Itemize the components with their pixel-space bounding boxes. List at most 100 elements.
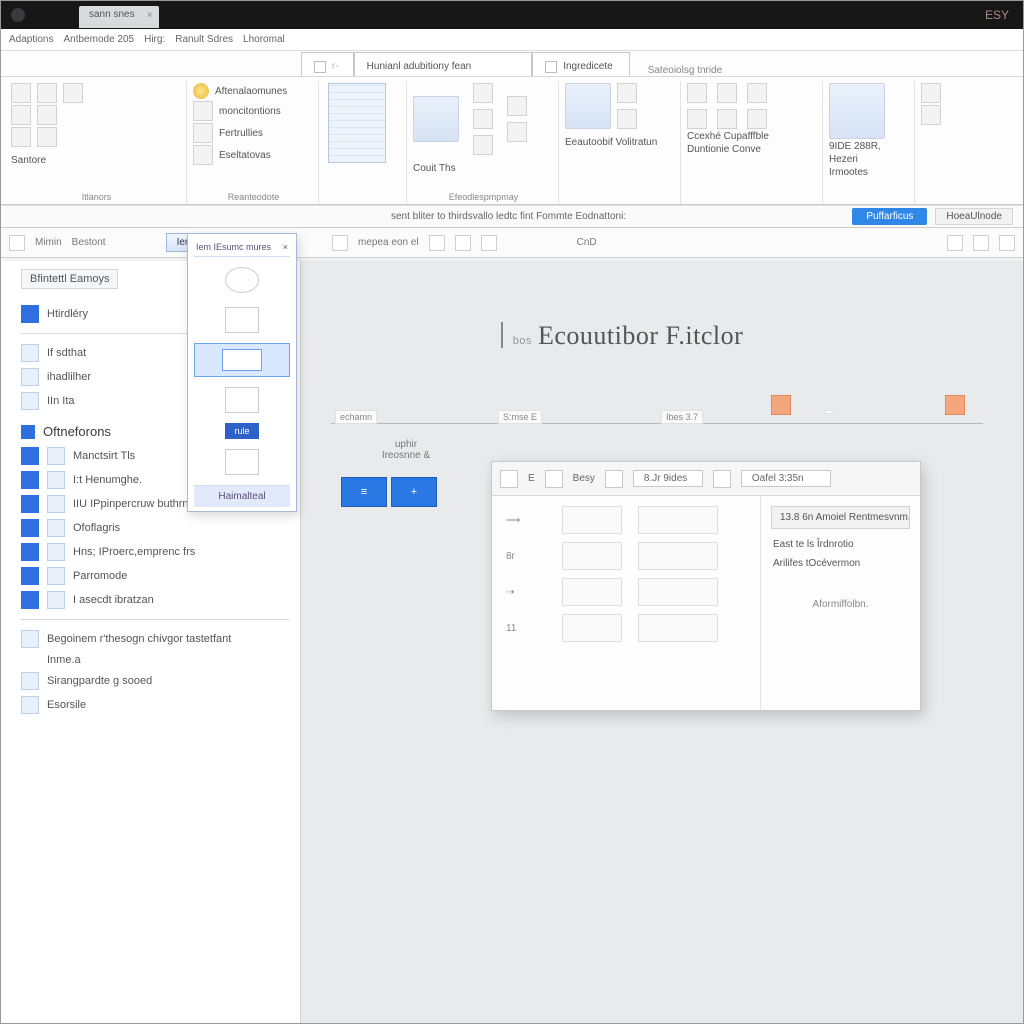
ribbon-icon[interactable] [37,83,57,103]
tool-icon[interactable] [455,235,471,251]
ribbon-icon[interactable] [37,105,57,125]
tool-label: Bestont [72,237,106,248]
sidebar-item[interactable]: Hns; IProerc,emprenc frs [21,543,290,561]
grid-cell[interactable] [638,614,718,642]
tool-icon[interactable] [332,235,348,251]
ribbon-icon[interactable] [11,105,31,125]
tool-icon[interactable] [9,235,25,251]
panel-tool-icon[interactable] [605,470,623,488]
sidebar-header[interactable]: Bfintettl Eamoys [21,269,118,289]
caption-button[interactable]: HoeaUlnode [935,208,1013,225]
dropdown-item-selected[interactable] [194,343,290,377]
dropdown-item[interactable] [194,303,290,337]
close-tab-icon[interactable]: × [147,10,153,21]
panel-body: ⟶ 8r ⇢ 11 13.8 6n Amoiel Rentmesvnm. Eas… [492,496,920,710]
ribbon-icon[interactable] [717,83,737,103]
ribbon-icon[interactable] [687,83,707,103]
panel-tool-icon[interactable] [713,470,731,488]
ribbon-button[interactable]: moncitontions [193,101,308,121]
ribbon-icon[interactable] [11,83,31,103]
panel-link[interactable]: Arilifes tOcévermon [773,558,910,569]
dropdown-item[interactable] [194,383,290,417]
ribbon-icon[interactable] [473,109,493,129]
panel-tool-icon[interactable] [500,470,518,488]
document-tab[interactable]: sann snes × [79,6,159,28]
panel-tool-icon[interactable] [545,470,563,488]
ribbon-icon[interactable] [687,109,707,129]
menu-item[interactable]: Lhoromal [243,34,285,45]
tool-icon[interactable] [973,235,989,251]
close-icon[interactable]: × [283,242,288,252]
ribbon-button[interactable]: Eeautoobif Volitratun [565,137,670,148]
list-icon [47,447,65,465]
dropdown-item[interactable] [194,263,290,297]
ribbon-icon[interactable] [507,122,527,142]
grid-cell[interactable] [638,578,718,606]
menu-item[interactable]: Adaptions [9,34,53,45]
ribbon-icon[interactable] [63,83,83,103]
panel-link[interactable]: East te ls Îrdnrotio [773,539,910,550]
grid-cell[interactable] [638,506,718,534]
sidebar-item[interactable]: Sirangpardte g sooed [21,672,290,690]
ribbon-icon[interactable] [473,83,493,103]
sidebar-item[interactable]: Ofoflagris [21,519,290,537]
menu-item[interactable]: Hirg: [144,34,165,45]
tool-icon[interactable] [481,235,497,251]
panel-field[interactable]: 8.Jr 9ides [633,470,703,487]
ribbon-icon[interactable] [921,83,941,103]
ribbon-gallery[interactable] [328,83,386,163]
callout-pill[interactable]: Puffarficus [852,208,927,225]
menu-item[interactable]: Ranult Sdres [175,34,233,45]
sidebar-item[interactable]: Esorsile [21,696,290,714]
ribbon-icon[interactable] [717,109,737,129]
ribbon-large-icon[interactable] [565,83,611,129]
dropdown-footer[interactable]: Haimalteal [194,485,290,507]
ribbon-icon[interactable] [11,127,31,147]
ribbon-button[interactable]: Santore [11,155,46,166]
ribbon-button[interactable]: Fertrullies [193,123,308,143]
sidebar-item[interactable]: I asecdt ibratzan [21,591,290,609]
ribbon-icon[interactable] [617,83,637,103]
ribbon-button[interactable]: Ccexhé Cupafffble [687,131,812,142]
titlebar: sann snes × ESY [1,1,1023,29]
ribbon-group-label: Itlanors [7,192,186,202]
sidebar-item[interactable]: Begoinem r'thesogn chivgor tastetfant [21,630,290,648]
primary-button[interactable]: ≡ [341,477,387,507]
ribbon-button[interactable]: Eseltatovas [193,145,308,165]
dropdown-item[interactable] [194,445,290,479]
ribbon-icon[interactable] [37,127,57,147]
ribbon-icon[interactable] [747,109,767,129]
ribbon-icon[interactable] [921,105,941,125]
panel-option[interactable]: 13.8 6n Amoiel Rentmesvnm. [771,506,910,529]
tool-icon[interactable] [947,235,963,251]
ribbon-icon[interactable] [507,96,527,116]
ribbon-tab-active[interactable]: Hunianl adubitiony fean [354,52,533,76]
ribbon-icon[interactable] [747,83,767,103]
primary-button[interactable]: + [391,477,437,507]
ribbon-large-icon[interactable] [413,96,459,142]
ribbon-label: Hezeri [829,154,904,165]
timeline-marker[interactable] [771,395,791,415]
grid-cell[interactable] [562,506,622,534]
menu-item[interactable]: Antbemode 205 [63,34,134,45]
sidebar-item[interactable]: Parromode [21,567,290,585]
ribbon-tab[interactable]: r- [301,52,354,76]
ribbon-icon[interactable] [473,135,493,155]
grid-cell[interactable] [562,614,622,642]
grid-cell[interactable] [562,542,622,570]
grid-cell[interactable] [562,578,622,606]
ribbon-tab-post[interactable]: Sateoiolsg tnride [648,59,729,76]
tool-icon[interactable] [429,235,445,251]
tool-icon[interactable] [999,235,1015,251]
sidebar-subitem[interactable]: Inme.a [47,654,290,666]
timeline-marker[interactable] [945,395,965,415]
ribbon-large-icon[interactable] [829,83,885,139]
grid-cell[interactable] [638,542,718,570]
dropdown-chip[interactable]: rule [225,423,259,439]
ribbon-button[interactable]: Couit Ths [413,163,548,174]
panel-field[interactable]: Oafel 3:35n [741,470,831,487]
ribbon-button[interactable]: Duntionie Conve [687,144,812,155]
ribbon-button[interactable]: Aftenalaomunes [193,83,308,99]
ribbon-tab[interactable]: Ingredicete [532,52,629,76]
ribbon-icon[interactable] [617,109,637,129]
